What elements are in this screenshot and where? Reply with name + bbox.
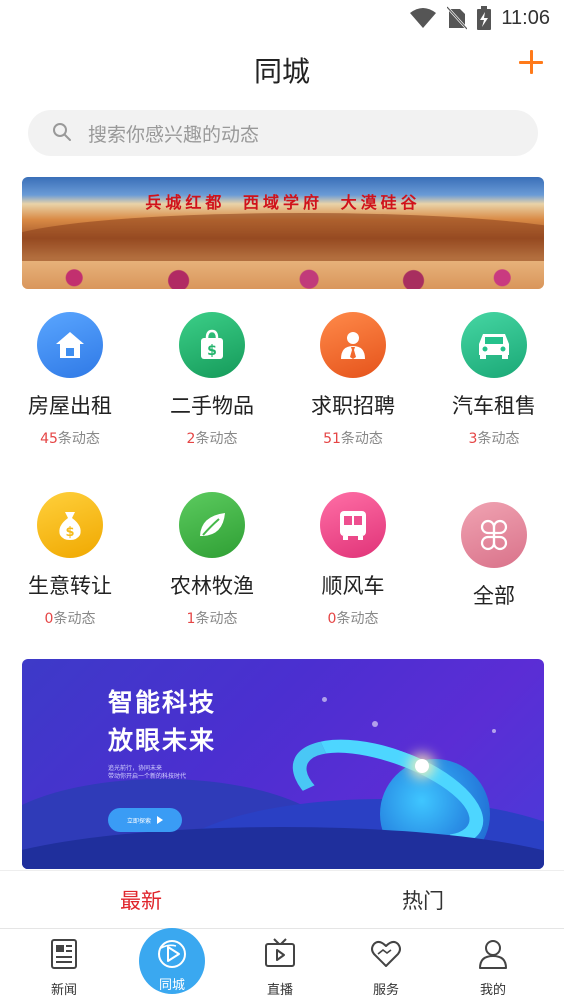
add-post-button[interactable]: [516, 48, 546, 78]
tv-play-icon: [265, 938, 295, 967]
category-secondhand[interactable]: $ 二手物品 2条动态: [142, 312, 282, 448]
person-tie-icon: [320, 312, 386, 378]
search-input[interactable]: 搜索你感兴趣的动态: [88, 120, 259, 147]
category-business-transfer[interactable]: $ 生意转让 0条动态: [0, 492, 140, 628]
desert-banner[interactable]: 兵城红都 西域学府 大漠硅谷: [22, 177, 544, 289]
status-icons: 11:06: [409, 6, 550, 30]
search-icon: [53, 123, 71, 141]
category-count: 3条动态: [468, 431, 520, 447]
category-jobs[interactable]: 求职招聘 51条动态: [283, 312, 423, 448]
feed-tabs: 最新 热门: [0, 870, 564, 928]
category-house-rent[interactable]: 房屋出租 45条动态: [0, 312, 140, 448]
clover-icon: [461, 502, 527, 568]
page-title: 同城: [253, 55, 310, 88]
search-bar[interactable]: 搜索你感兴趣的动态: [28, 110, 538, 156]
category-count: 0条动态: [327, 611, 379, 627]
nav-label: 直播: [266, 983, 293, 998]
heart-hand-icon: [371, 940, 401, 967]
nav-service[interactable]: 服务: [346, 937, 426, 998]
category-label: 农林牧渔: [170, 574, 254, 598]
nav-live[interactable]: 直播: [240, 937, 320, 998]
wifi-icon: [410, 8, 437, 28]
no-sim-icon: [447, 6, 468, 30]
screen: 11:06 同城 搜索你感兴趣的动态 兵城红都 西域学府 大漠硅谷 房屋出租 4…: [0, 0, 564, 1002]
category-label: 汽车租售: [452, 394, 536, 418]
tab-hot[interactable]: 热门: [282, 871, 564, 929]
promo-explore-button[interactable]: 立即探索: [108, 808, 182, 832]
banner-dot: [492, 729, 496, 733]
banner-dot: [322, 697, 327, 702]
nav-mine[interactable]: 我的: [453, 937, 533, 998]
promo-banner[interactable]: 智能科技 放眼未来 追光前行，协同未来 带动你开启一个新的科技时代 立即探索: [22, 659, 544, 869]
header: 同城: [0, 44, 564, 94]
banner-caption: 兵城红都 西域学府 大漠硅谷: [145, 193, 421, 212]
nav-label: 服务: [372, 983, 399, 998]
category-label: 顺风车: [321, 574, 385, 598]
category-label: 全部: [473, 584, 515, 608]
play-arrow-icon: [157, 816, 163, 824]
car-icon: [461, 312, 527, 378]
category-count: 51条动态: [323, 431, 383, 447]
category-label: 生意转让: [28, 574, 112, 598]
category-count: 1条动态: [186, 611, 238, 627]
leaf-icon: [179, 492, 245, 558]
category-label: 求职招聘: [311, 394, 395, 418]
nav-label: 新闻: [50, 983, 77, 998]
newspaper-icon: [51, 939, 77, 969]
category-label: 房屋出租: [28, 394, 112, 418]
promo-subtitle-line2: 带动你开启一个新的科技时代: [108, 773, 187, 780]
category-count: 45条动态: [40, 431, 100, 447]
category-agriculture[interactable]: 农林牧渔 1条动态: [142, 492, 282, 628]
category-count: 0条动态: [44, 611, 96, 627]
city-play-icon: [158, 940, 186, 968]
star-graphic: [415, 759, 429, 773]
nav-label: 同城: [158, 978, 185, 993]
svg-text:$: $: [207, 343, 217, 359]
category-all[interactable]: 全部: [424, 502, 564, 610]
category-count: 2条动态: [186, 431, 238, 447]
promo-title-line2: 放眼未来: [108, 726, 217, 755]
category-label: 二手物品: [170, 394, 254, 418]
promo-title-line1: 智能科技: [108, 688, 217, 717]
promo-button-label: 立即探索: [126, 817, 151, 825]
category-cars[interactable]: 汽车租售 3条动态: [424, 312, 564, 448]
battery-icon: [477, 6, 492, 30]
tab-latest[interactable]: 最新: [0, 871, 282, 929]
status-bar: 11:06: [0, 0, 564, 40]
nav-news[interactable]: 新闻: [24, 937, 104, 998]
bus-icon: [320, 492, 386, 558]
status-time: 11:06: [501, 6, 550, 29]
shopping-bag-icon: $: [179, 312, 245, 378]
house-icon: [37, 312, 103, 378]
banner-flowers: [22, 261, 544, 289]
nav-city[interactable]: 同城: [139, 928, 205, 994]
banner-dot: [372, 721, 378, 727]
nav-label: 我的: [479, 983, 506, 998]
svg-text:$: $: [65, 525, 74, 540]
category-carpool[interactable]: 顺风车 0条动态: [283, 492, 423, 628]
user-icon: [479, 940, 507, 969]
money-bag-icon: $: [37, 492, 103, 558]
bottom-nav: 新闻 同城 直播 服务 我的: [0, 928, 564, 1002]
